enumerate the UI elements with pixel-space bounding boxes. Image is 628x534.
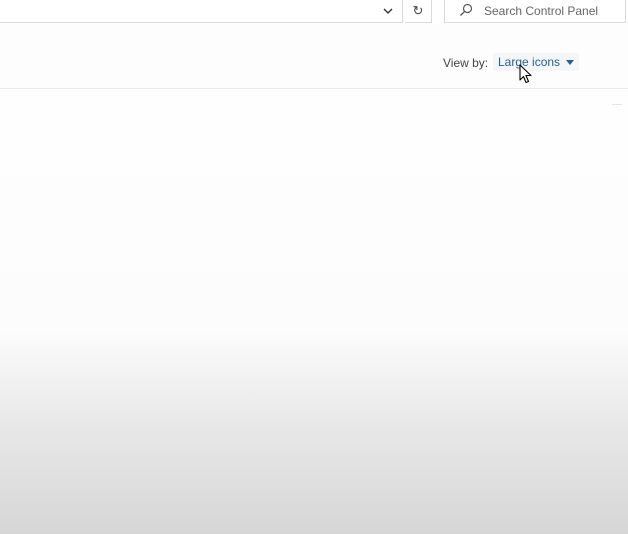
- address-row: ↻ Search Control Panel: [0, 0, 628, 24]
- search-icon: [459, 3, 473, 17]
- scrollbar-hint: [612, 104, 622, 105]
- search-placeholder: Search Control Panel: [484, 4, 599, 18]
- caret-down-icon[interactable]: [566, 59, 575, 65]
- refresh-icon: ↻: [412, 3, 424, 18]
- content-area: [0, 89, 628, 534]
- view-by-label: View by:: [443, 56, 489, 70]
- chevron-down-icon[interactable]: [381, 4, 395, 18]
- address-bar[interactable]: [0, 0, 403, 23]
- refresh-button[interactable]: ↻: [405, 0, 432, 23]
- mouse-cursor-icon: [519, 64, 532, 84]
- control-panel-window: ↻ Search Control Panel View by: Large ic…: [0, 0, 628, 534]
- search-input[interactable]: Search Control Panel: [444, 0, 626, 23]
- view-by-dropdown[interactable]: Large icons: [493, 53, 579, 71]
